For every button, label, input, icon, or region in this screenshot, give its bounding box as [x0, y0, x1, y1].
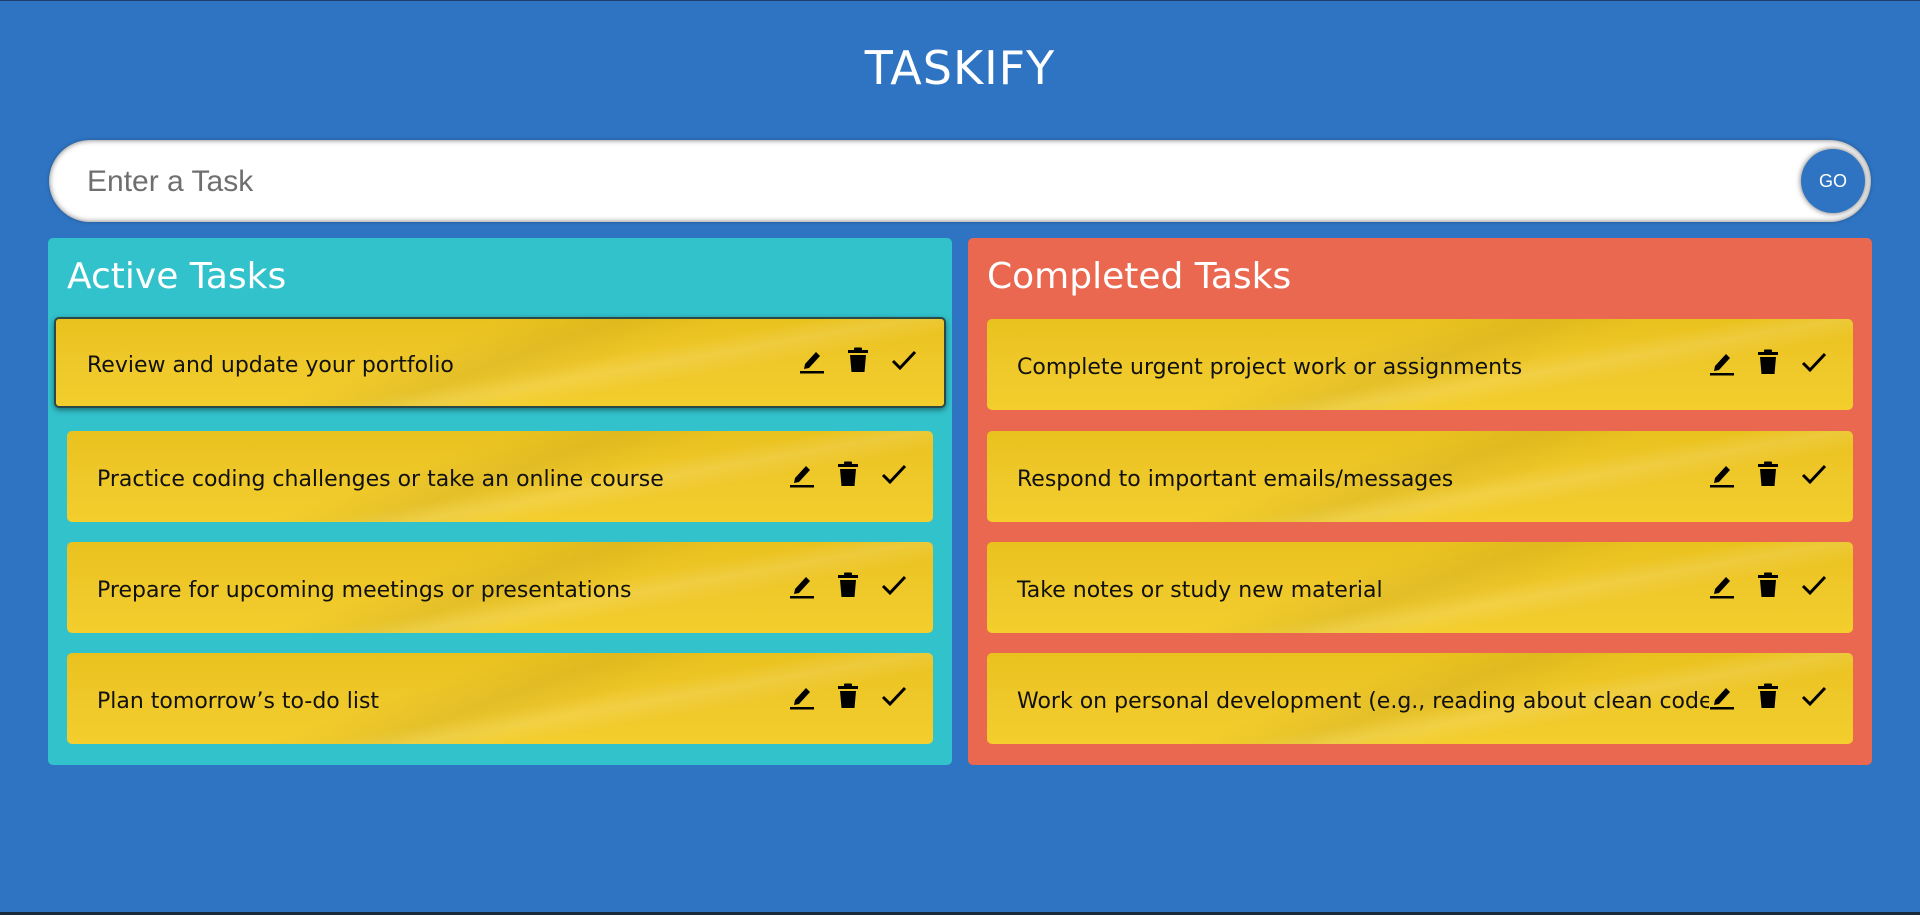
task-card[interactable]: Plan tomorrow’s to-do list: [67, 653, 933, 744]
edit-icon[interactable]: [799, 346, 825, 374]
delete-icon[interactable]: [1755, 460, 1781, 488]
edit-icon[interactable]: [1709, 682, 1735, 710]
done-icon[interactable]: [881, 571, 907, 599]
done-icon[interactable]: [881, 460, 907, 488]
delete-icon[interactable]: [1755, 682, 1781, 710]
done-icon[interactable]: [1801, 348, 1827, 376]
task-text: Plan tomorrow’s to-do list: [97, 689, 380, 714]
task-card[interactable]: Work on personal development (e.g., read…: [987, 653, 1853, 744]
done-icon[interactable]: [1801, 571, 1827, 599]
edit-icon[interactable]: [789, 682, 815, 710]
delete-icon[interactable]: [1755, 348, 1781, 376]
delete-icon[interactable]: [835, 682, 861, 710]
completed-tasks-panel: Completed Tasks Complete urgent project …: [968, 238, 1872, 765]
active-tasks-panel: Active Tasks Review and update your port…: [48, 238, 952, 765]
done-icon[interactable]: [891, 346, 917, 374]
app-title: TASKIFY: [864, 41, 1056, 95]
edit-icon[interactable]: [789, 460, 815, 488]
edit-icon[interactable]: [1709, 460, 1735, 488]
delete-icon[interactable]: [835, 460, 861, 488]
task-text: Take notes or study new material: [1017, 578, 1383, 603]
completed-tasks-title: Completed Tasks: [987, 256, 1292, 297]
task-card[interactable]: Take notes or study new material: [987, 542, 1853, 633]
task-text: Practice coding challenges or take an on…: [97, 467, 664, 492]
task-text: Review and update your portfolio: [87, 353, 454, 378]
task-card[interactable]: Review and update your portfolio: [54, 317, 946, 408]
go-button[interactable]: GO: [1801, 149, 1865, 213]
active-tasks-title: Active Tasks: [67, 256, 287, 297]
delete-icon[interactable]: [845, 346, 871, 374]
task-text: Prepare for upcoming meetings or present…: [97, 578, 632, 603]
task-card[interactable]: Practice coding challenges or take an on…: [67, 431, 933, 522]
task-text: Complete urgent project work or assignme…: [1017, 355, 1523, 380]
app-root: TASKIFY GO Active Tasks Review and updat…: [0, 0, 1920, 915]
task-card[interactable]: Respond to important emails/messages: [987, 431, 1853, 522]
task-text: Work on personal development (e.g., read…: [1017, 689, 1709, 714]
edit-icon[interactable]: [1709, 571, 1735, 599]
edit-icon[interactable]: [789, 571, 815, 599]
done-icon[interactable]: [1801, 682, 1827, 710]
edit-icon[interactable]: [1709, 348, 1735, 376]
task-card[interactable]: Complete urgent project work or assignme…: [987, 319, 1853, 410]
delete-icon[interactable]: [835, 571, 861, 599]
done-icon[interactable]: [881, 682, 907, 710]
done-icon[interactable]: [1801, 460, 1827, 488]
task-input[interactable]: [85, 140, 1769, 224]
task-card[interactable]: Prepare for upcoming meetings or present…: [67, 542, 933, 633]
task-form: GO: [49, 140, 1871, 224]
task-text: Respond to important emails/messages: [1017, 467, 1454, 492]
delete-icon[interactable]: [1755, 571, 1781, 599]
